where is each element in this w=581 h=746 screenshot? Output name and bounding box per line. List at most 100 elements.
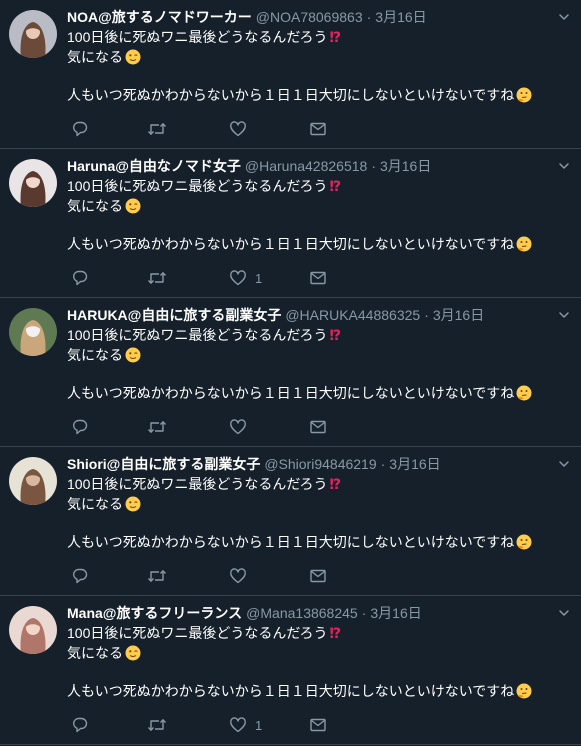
like-count: 1: [255, 717, 263, 733]
avatar-image: [9, 10, 57, 58]
reply-icon: [73, 270, 88, 286]
reply-button[interactable]: [71, 416, 97, 438]
envelope-icon: [310, 271, 326, 285]
chevron-down-icon[interactable]: [557, 159, 571, 173]
tweet-line-2: 気になる: [67, 49, 123, 65]
reply-button[interactable]: [71, 565, 97, 587]
chevron-down-icon[interactable]: [557, 457, 571, 471]
tweet[interactable]: Haruna@自由なノマド女子 @Haruna42826518 · 3月16日 100…: [0, 149, 581, 298]
like-button[interactable]: [229, 416, 255, 438]
direct-message-button[interactable]: [309, 118, 327, 140]
tweet-line-1: 100日後に死ぬワニ最後どうなるんだろう: [67, 29, 328, 45]
heart-icon: [230, 568, 246, 584]
tweet-actions: 1: [67, 714, 367, 736]
reply-button[interactable]: [71, 714, 97, 736]
user-handle[interactable]: @Shiori94846219: [264, 456, 376, 472]
retweet-button[interactable]: [147, 118, 175, 140]
display-name[interactable]: Mana@旅するフリーランス: [67, 605, 242, 621]
reply-icon: [73, 419, 88, 435]
tweet-line-1: 100日後に死ぬワニ最後どうなるんだろう: [67, 476, 328, 492]
tweet-text: 100日後に死ぬワニ最後どうなるんだろう ⁉ 気になる 人もいつ死ぬかわからないか…: [67, 28, 571, 105]
double-exclamation-question-icon: ⁉: [329, 179, 342, 195]
tweet[interactable]: Mana@旅するフリーランス @Mana13868245 · 3月16日 100日後に…: [0, 596, 581, 745]
tweet-line-2: 気になる: [67, 645, 123, 661]
display-name[interactable]: Shiori@自由に旅する副業女子: [67, 456, 260, 472]
chevron-down-icon[interactable]: [557, 10, 571, 24]
tweet-date[interactable]: 3月16日: [433, 307, 484, 323]
tweet-actions: [67, 416, 367, 438]
retweet-icon: [147, 421, 167, 433]
chevron-down-icon[interactable]: [557, 308, 571, 322]
avatar[interactable]: [9, 308, 57, 356]
user-handle[interactable]: @Mana13868245: [246, 605, 358, 621]
tweet-header: HARUKA@自由に旅する副業女子 @HARUKA44886325 · 3月16日: [67, 306, 571, 324]
retweet-icon: [147, 123, 167, 135]
retweet-button[interactable]: [147, 565, 175, 587]
separator-dot: ·: [371, 158, 376, 174]
display-name[interactable]: NOA@旅するノマドワーカー: [67, 9, 252, 25]
avatar[interactable]: [9, 10, 57, 58]
like-button[interactable]: 1: [229, 267, 262, 289]
tweet-content: Mana@旅するフリーランス @Mana13868245 · 3月16日 100日後に…: [67, 604, 571, 733]
direct-message-button[interactable]: [309, 714, 327, 736]
retweet-button[interactable]: [147, 714, 175, 736]
heart-icon: [230, 717, 246, 733]
reply-icon: [73, 568, 88, 584]
display-name[interactable]: HARUKA@自由に旅する副業女子: [67, 307, 281, 323]
tweet-line-1: 100日後に死ぬワニ最後どうなるんだろう: [67, 327, 328, 343]
separator-dot: ·: [366, 9, 372, 25]
like-button[interactable]: [229, 565, 255, 587]
retweet-button[interactable]: [147, 416, 175, 438]
avatar-image: [9, 606, 57, 654]
thinking-face-icon: [516, 385, 532, 401]
tweet-date[interactable]: 3月16日: [370, 605, 421, 621]
user-handle[interactable]: @Haruna42826518: [245, 158, 367, 174]
tweet-text: 100日後に死ぬワニ最後どうなるんだろう ⁉ 気になる 人もいつ死ぬかわからないか…: [67, 475, 571, 552]
tweet[interactable]: NOA@旅するノマドワーカー @NOA78069863 · 3月16日 100日後に死…: [0, 0, 581, 149]
tweet-date[interactable]: 3月16日: [380, 158, 431, 174]
tweet-line-1: 100日後に死ぬワニ最後どうなるんだろう: [67, 178, 328, 194]
reply-icon: [73, 717, 88, 733]
tweet-content: Haruna@自由なノマド女子 @Haruna42826518 · 3月16日 100…: [67, 157, 571, 286]
tweet-line-2: 気になる: [67, 198, 123, 214]
tweet-date[interactable]: 3月16日: [375, 9, 426, 25]
double-exclamation-question-icon: ⁉: [329, 30, 342, 46]
retweet-icon: [147, 719, 167, 731]
winking-face-icon: [125, 496, 141, 512]
avatar-image: [9, 308, 57, 356]
reply-icon: [73, 121, 88, 137]
winking-face-icon: [125, 347, 141, 363]
tweet[interactable]: HARUKA@自由に旅する副業女子 @HARUKA44886325 · 3月16日 1…: [0, 298, 581, 447]
reply-button[interactable]: [71, 118, 97, 140]
avatar[interactable]: [9, 457, 57, 505]
direct-message-button[interactable]: [309, 565, 327, 587]
tweet[interactable]: Shiori@自由に旅する副業女子 @Shiori94846219 · 3月16日 1…: [0, 447, 581, 596]
chevron-down-icon[interactable]: [557, 606, 571, 620]
tweet-line-1: 100日後に死ぬワニ最後どうなるんだろう: [67, 625, 328, 641]
display-name[interactable]: Haruna@自由なノマド女子: [67, 158, 241, 174]
retweet-icon: [147, 272, 167, 284]
reply-button[interactable]: [71, 267, 97, 289]
avatar[interactable]: [9, 606, 57, 654]
like-button[interactable]: [229, 118, 255, 140]
direct-message-button[interactable]: [309, 416, 327, 438]
heart-icon: [230, 121, 246, 137]
winking-face-icon: [125, 49, 141, 65]
thinking-face-icon: [516, 87, 532, 103]
like-button[interactable]: 1: [229, 714, 262, 736]
avatar-image: [9, 159, 57, 207]
like-count: 1: [255, 270, 263, 286]
user-handle[interactable]: @NOA78069863: [256, 9, 363, 25]
double-exclamation-question-icon: ⁉: [329, 626, 342, 642]
tweet-line-3: 人もいつ死ぬかわからないから１日１日大切にしないといけないですね: [67, 683, 515, 699]
tweet-line-3: 人もいつ死ぬかわからないから１日１日大切にしないといけないですね: [67, 236, 515, 252]
avatar[interactable]: [9, 159, 57, 207]
tweet-text: 100日後に死ぬワニ最後どうなるんだろう ⁉ 気になる 人もいつ死ぬかわからないか…: [67, 624, 571, 701]
tweet-date[interactable]: 3月16日: [389, 456, 440, 472]
retweet-button[interactable]: [147, 267, 175, 289]
heart-icon: [230, 270, 246, 286]
avatar-image: [9, 457, 57, 505]
envelope-icon: [310, 569, 326, 583]
user-handle[interactable]: @HARUKA44886325: [285, 307, 420, 323]
direct-message-button[interactable]: [309, 267, 327, 289]
